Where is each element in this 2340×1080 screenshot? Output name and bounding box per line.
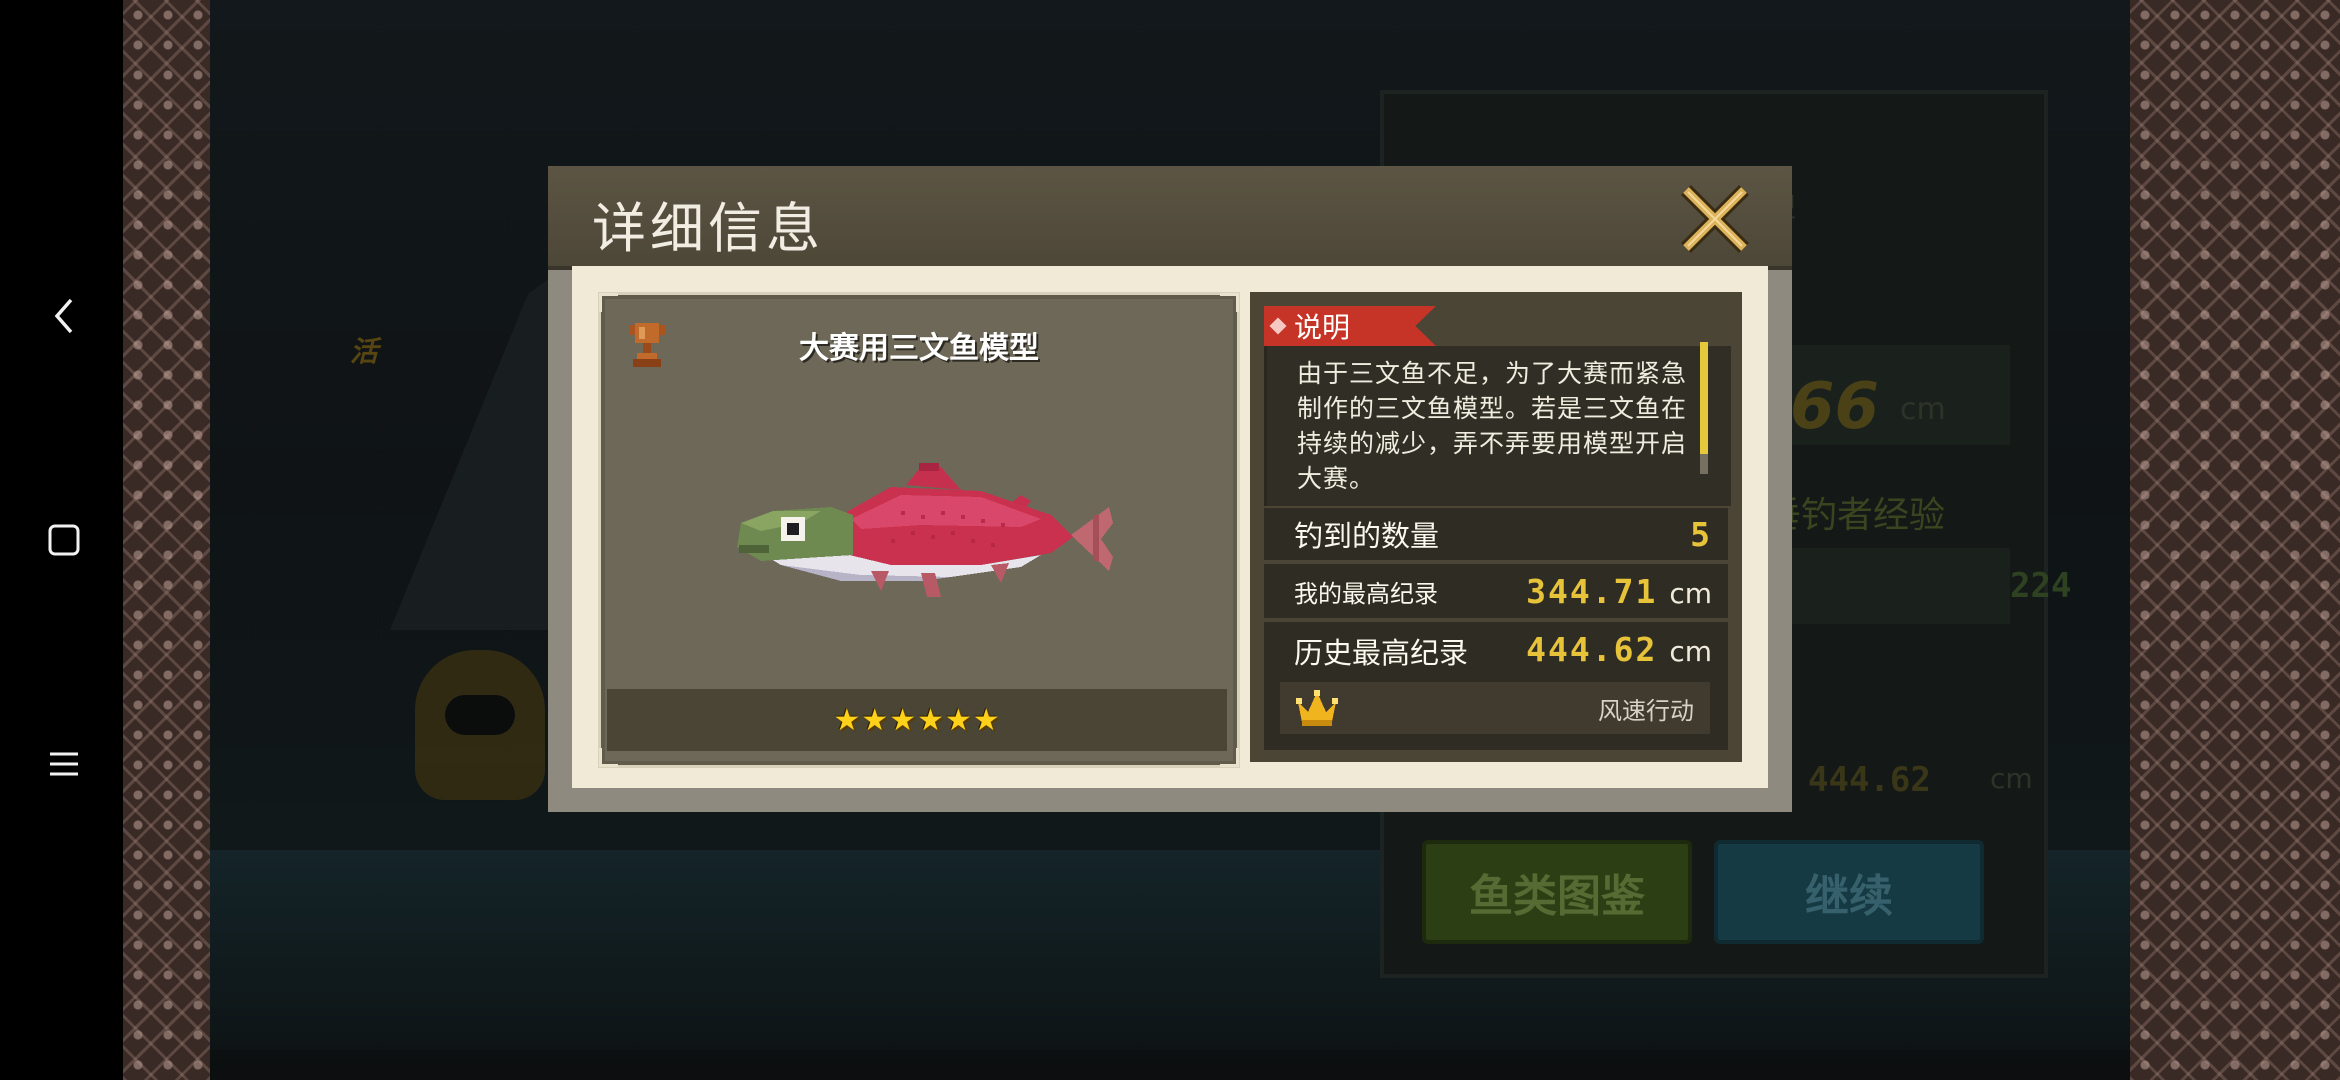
bg-exp-value: 224 bbox=[2010, 566, 2072, 606]
crown-icon bbox=[1296, 690, 1338, 726]
fish-encyclopedia-button: 鱼类图鉴 bbox=[1422, 840, 1692, 944]
caught-count-row: 钓到的数量 5 bbox=[1264, 508, 1728, 560]
back-button[interactable] bbox=[42, 294, 86, 338]
record-holder-name: 风速行动 bbox=[1598, 696, 1694, 725]
rarity-bar: ★★★★★★ bbox=[607, 689, 1227, 751]
caught-count-value: 5 bbox=[1690, 514, 1712, 554]
description-box[interactable]: 由于三文鱼不足，为了大赛而紧急制作的三文鱼模型。若是三文鱼在持续的减少，弄不弄要… bbox=[1264, 346, 1731, 506]
my-record-unit: cm bbox=[1669, 576, 1712, 610]
rarity-stars: ★★★★★★ bbox=[833, 702, 1001, 738]
dialog-title: 详细信息 bbox=[592, 197, 824, 260]
history-record-unit: cm bbox=[1669, 635, 1712, 668]
description-label: 说明 bbox=[1294, 311, 1351, 344]
caught-count-label: 钓到的数量 bbox=[1294, 519, 1440, 553]
card-corner-tl bbox=[599, 293, 618, 312]
history-record-value-group: 444.62 cm bbox=[1526, 630, 1712, 669]
hamburger-menu-icon bbox=[50, 752, 78, 776]
bg-mascot bbox=[415, 650, 545, 800]
scrollbar-thumb[interactable] bbox=[1700, 342, 1708, 454]
home-button[interactable] bbox=[42, 518, 86, 562]
fish-name: 大赛用三文鱼模型 bbox=[799, 331, 1039, 366]
left-decor-border bbox=[123, 0, 210, 1080]
salmon-model-image bbox=[737, 463, 1113, 597]
bg-text-huo: 活 bbox=[350, 335, 379, 368]
my-record-row: 我的最高纪录 344.71 cm bbox=[1264, 564, 1728, 618]
description-text: 由于三文鱼不足，为了大赛而紧急制作的三文鱼模型。若是三文鱼在持续的减少，弄不弄要… bbox=[1297, 359, 1688, 493]
bg-exp-label: 垂钓者经验 bbox=[1765, 495, 1946, 536]
chevron-left-icon bbox=[54, 298, 73, 334]
card-corner-tr bbox=[1220, 293, 1239, 312]
system-nav-bar bbox=[0, 0, 210, 1080]
record-holder-row: 风速行动 bbox=[1280, 682, 1710, 734]
detail-dialog: 详细信息 大赛用三文鱼模型 ★★★★★★ 说明 由于三文鱼不足，为了大赛而紧急制… bbox=[548, 166, 1792, 812]
continue-button: 继续 bbox=[1714, 840, 1984, 944]
bg-record-unit: cm bbox=[1990, 762, 2033, 795]
my-record-value-group: 344.71 cm bbox=[1526, 572, 1712, 611]
description-tag: 说明 bbox=[1264, 306, 1436, 346]
history-record-value: 444.62 bbox=[1526, 630, 1658, 669]
fish-card: 大赛用三文鱼模型 ★★★★★★ bbox=[598, 292, 1240, 768]
dialog-header: 详细信息 bbox=[548, 166, 1792, 270]
right-decor-border bbox=[2130, 0, 2340, 1080]
history-record-label: 历史最高纪录 bbox=[1294, 636, 1469, 670]
close-x-icon bbox=[1681, 185, 1749, 253]
bg-record-value: 444.62 bbox=[1808, 760, 1931, 800]
system-nav-background bbox=[0, 0, 123, 1080]
my-record-label: 我的最高纪录 bbox=[1294, 579, 1438, 608]
menu-button[interactable] bbox=[42, 742, 86, 786]
bg-length-value: 66 bbox=[1790, 370, 1880, 444]
close-button[interactable] bbox=[1678, 182, 1752, 256]
square-icon bbox=[48, 524, 80, 556]
bg-length-unit: cm bbox=[1900, 392, 1946, 427]
description-scrollbar[interactable] bbox=[1700, 342, 1708, 474]
diamond-icon bbox=[1269, 317, 1287, 335]
my-record-value: 344.71 bbox=[1526, 571, 1658, 611]
